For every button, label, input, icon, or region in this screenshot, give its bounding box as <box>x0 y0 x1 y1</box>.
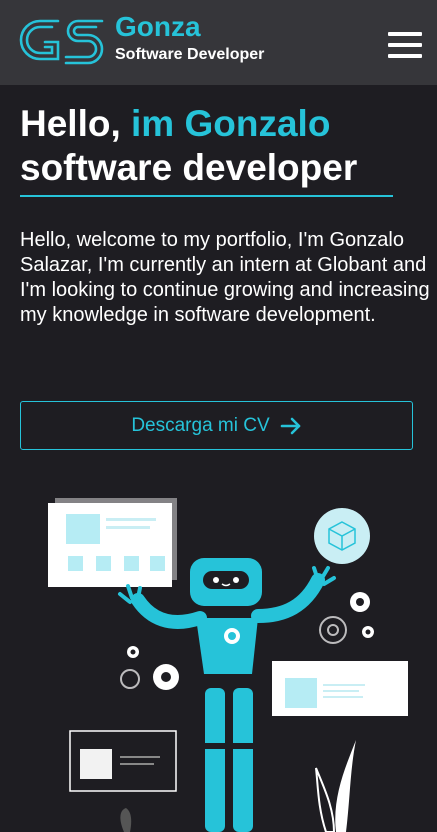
site-header: Gonza Software Developer <box>0 0 437 85</box>
hero-title-accent: im Gonzalo <box>131 103 331 144</box>
plant <box>315 740 356 832</box>
download-cv-label: Descarga mi CV <box>131 414 270 436</box>
download-cv-button[interactable]: Descarga mi CV <box>20 401 413 450</box>
ui-card-bottom-left <box>69 730 177 792</box>
robot-illustration <box>48 498 408 832</box>
hamburger-menu-icon[interactable] <box>388 32 422 58</box>
hero-title-line2: software developer <box>20 147 358 188</box>
arrow-right-icon <box>280 417 300 434</box>
ui-card-right <box>272 661 408 716</box>
cube-bubble <box>314 508 370 564</box>
ui-card-top-left <box>48 498 177 587</box>
hero-title-prefix: Hello, <box>20 103 132 144</box>
intro-paragraph: Hello, welcome to my portfolio, I'm Gonz… <box>20 229 430 326</box>
gs-logo-icon[interactable] <box>18 12 104 68</box>
brand-name[interactable]: Gonza <box>115 11 201 43</box>
hero-title: Hello, im Gonzalo software developer <box>20 102 420 190</box>
brand-subtitle: Software Developer <box>115 46 265 63</box>
title-underline <box>20 195 393 197</box>
